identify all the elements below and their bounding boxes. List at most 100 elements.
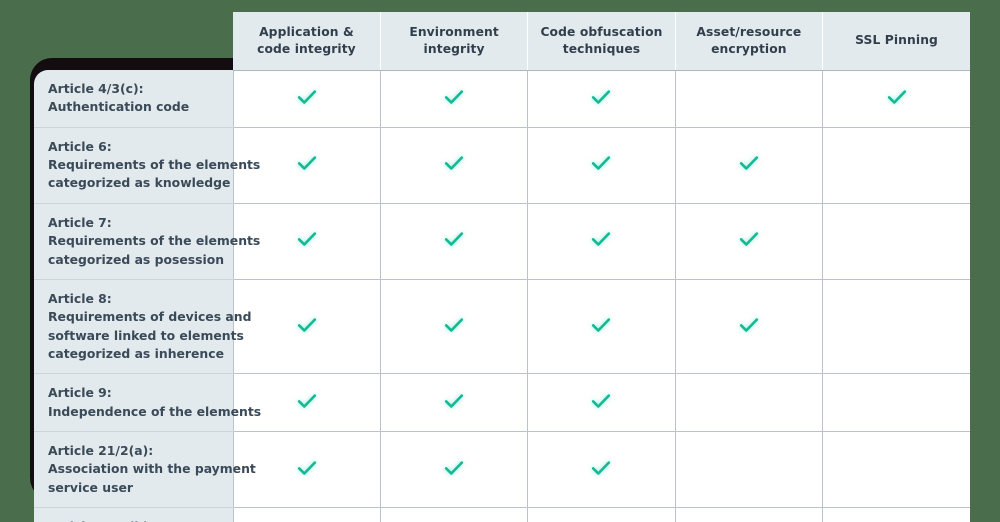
cell-article-7--environment-integrity[interactable] bbox=[380, 203, 529, 280]
check-icon bbox=[441, 312, 467, 338]
row-label-article-8[interactable]: Article 8: Requirements of devices and sof… bbox=[34, 279, 251, 375]
row-label-line: Article 8: bbox=[48, 290, 112, 306]
cell-article-21-2-a--asset-resource-encryption[interactable] bbox=[675, 431, 824, 509]
check-icon bbox=[884, 84, 910, 110]
row-label-article-4-3-c[interactable]: Article 4/3(c): Authentication code bbox=[34, 70, 234, 128]
row-label-line: service user bbox=[48, 479, 133, 495]
row-label-article-22-1-b[interactable]: Article 22/1(b):Delivery of credentials,… bbox=[34, 507, 234, 522]
cell-article-4-3-c--application-code-integrity[interactable] bbox=[233, 70, 381, 128]
cell-article-7--asset-resource-encryption[interactable] bbox=[675, 203, 824, 280]
column-header-line: Code obfuscation bbox=[540, 24, 663, 39]
cell-article-8--code-obfuscation-techniques[interactable] bbox=[527, 279, 676, 375]
cell-article-9--application-code-integrity[interactable] bbox=[233, 373, 381, 433]
column-header-line: Environment bbox=[409, 24, 499, 39]
cell-article-6--environment-integrity[interactable] bbox=[380, 127, 529, 204]
check-icon bbox=[588, 388, 614, 414]
check-icon bbox=[441, 226, 467, 252]
row-label-line: software linked to elements bbox=[48, 327, 244, 343]
column-header-code-obfuscation-techniques[interactable]: Code obfuscation techniques bbox=[527, 12, 676, 71]
cell-article-22-1-b--ssl-pinning[interactable] bbox=[822, 507, 970, 522]
check-icon bbox=[441, 150, 467, 176]
table-row: Article 22/1(b):Delivery of credentials,… bbox=[34, 507, 970, 522]
table-row: Article 6: Requirements of the elements ca… bbox=[34, 127, 970, 204]
column-header-line: Application & bbox=[259, 24, 354, 39]
cell-article-9--environment-integrity[interactable] bbox=[380, 373, 529, 433]
cell-article-4-3-c--code-obfuscation-techniques[interactable] bbox=[527, 70, 676, 128]
check-icon bbox=[736, 312, 762, 338]
cell-article-6--ssl-pinning[interactable] bbox=[822, 127, 970, 204]
check-icon bbox=[588, 455, 614, 481]
cell-article-21-2-a--code-obfuscation-techniques[interactable] bbox=[527, 431, 676, 509]
column-header-environment-integrity[interactable]: Environment integrity bbox=[380, 12, 529, 71]
cell-article-8--ssl-pinning[interactable] bbox=[822, 279, 970, 375]
cell-article-9--ssl-pinning[interactable] bbox=[822, 373, 970, 433]
row-label-line: categorized as knowledge bbox=[48, 175, 231, 191]
column-header-line: integrity bbox=[423, 41, 485, 56]
row-label-line: Association with the payment bbox=[48, 461, 256, 477]
cell-article-9--asset-resource-encryption[interactable] bbox=[675, 373, 824, 433]
table-row: Article 21/2(a): Association with the pay… bbox=[34, 431, 970, 509]
column-header-line: techniques bbox=[562, 41, 641, 56]
cell-article-9--code-obfuscation-techniques[interactable] bbox=[527, 373, 676, 433]
row-label-article-9[interactable]: Article 9: Independence of the elements bbox=[34, 373, 262, 433]
column-header-asset-resource-encryption[interactable]: Asset/resource encryption bbox=[675, 12, 824, 71]
table-body: Article 4/3(c): Authentication code Articl… bbox=[34, 70, 970, 522]
cell-article-8--application-code-integrity[interactable] bbox=[233, 279, 381, 375]
check-icon bbox=[736, 150, 762, 176]
column-header-ssl-pinning[interactable]: SSL Pinning bbox=[822, 12, 970, 71]
check-icon bbox=[294, 388, 320, 414]
check-icon bbox=[441, 388, 467, 414]
screenshot-root: Application & code integrity Environment in… bbox=[0, 0, 1000, 522]
row-label-line: Article 6: bbox=[48, 138, 112, 154]
row-label-line: Independence of the elements bbox=[48, 403, 262, 419]
corner-spacer-cell bbox=[34, 12, 233, 70]
row-label-line: categorized as inherence bbox=[48, 345, 224, 361]
cell-article-22-1-b--asset-resource-encryption[interactable] bbox=[675, 507, 824, 522]
compliance-matrix: Application & code integrity Environment in… bbox=[34, 12, 970, 522]
row-label-line: Article 7: bbox=[48, 214, 112, 230]
cell-article-21-2-a--ssl-pinning[interactable] bbox=[822, 431, 970, 509]
cell-article-7--code-obfuscation-techniques[interactable] bbox=[527, 203, 676, 280]
column-header-line: encryption bbox=[711, 41, 787, 56]
row-label-article-6[interactable]: Article 6: Requirements of the elements ca… bbox=[34, 127, 261, 204]
check-icon bbox=[736, 226, 762, 252]
row-label-line: Article 9: bbox=[48, 385, 112, 401]
matrix-clip: Application & code integrity Environment in… bbox=[34, 12, 970, 522]
column-header-line: code integrity bbox=[257, 41, 356, 56]
row-label-line: Article 4/3(c): bbox=[48, 81, 144, 96]
cell-article-22-1-b--environment-integrity[interactable] bbox=[380, 507, 529, 522]
cell-article-6--code-obfuscation-techniques[interactable] bbox=[527, 127, 676, 204]
cell-article-4-3-c--ssl-pinning[interactable] bbox=[822, 70, 970, 128]
column-header-line: SSL Pinning bbox=[855, 33, 938, 48]
check-icon bbox=[294, 226, 320, 252]
row-label-line: Authentication code bbox=[48, 99, 190, 115]
table-row: Article 8: Requirements of devices and sof… bbox=[34, 279, 970, 375]
cell-article-21-2-a--environment-integrity[interactable] bbox=[380, 431, 529, 509]
cell-article-8--asset-resource-encryption[interactable] bbox=[675, 279, 824, 375]
cell-article-4-3-c--asset-resource-encryption[interactable] bbox=[675, 70, 824, 128]
row-label-line: Article 21/2(a): bbox=[48, 443, 154, 459]
row-label-article-21-2-a[interactable]: Article 21/2(a): Association with the pay… bbox=[34, 431, 256, 509]
header-row: Application & code integrity Environment in… bbox=[34, 12, 970, 71]
check-icon bbox=[294, 84, 320, 110]
check-icon bbox=[588, 150, 614, 176]
check-icon bbox=[588, 312, 614, 338]
check-icon bbox=[588, 84, 614, 110]
row-label-line: Requirements of the elements bbox=[48, 157, 261, 173]
cell-article-4-3-c--environment-integrity[interactable] bbox=[380, 70, 529, 128]
row-label-article-7[interactable]: Article 7: Requirements of the elements ca… bbox=[34, 203, 260, 280]
cell-article-22-1-b--application-code-integrity[interactable] bbox=[233, 507, 381, 522]
check-icon bbox=[588, 226, 614, 252]
check-icon bbox=[294, 150, 320, 176]
table-row: Article 9: Independence of the elements bbox=[34, 373, 970, 433]
row-label-line: categorized as posession bbox=[48, 251, 225, 267]
cell-article-7--ssl-pinning[interactable] bbox=[822, 203, 970, 280]
column-header-application-code-integrity[interactable]: Application & code integrity bbox=[233, 12, 381, 71]
cell-article-6--asset-resource-encryption[interactable] bbox=[675, 127, 824, 204]
cell-article-8--environment-integrity[interactable] bbox=[380, 279, 529, 375]
check-icon bbox=[294, 312, 320, 338]
cell-article-22-1-b--code-obfuscation-techniques[interactable] bbox=[527, 507, 676, 522]
table-row: Article 4/3(c): Authentication code bbox=[34, 70, 970, 128]
check-icon bbox=[441, 84, 467, 110]
table-row: Article 7: Requirements of the elements ca… bbox=[34, 203, 970, 280]
